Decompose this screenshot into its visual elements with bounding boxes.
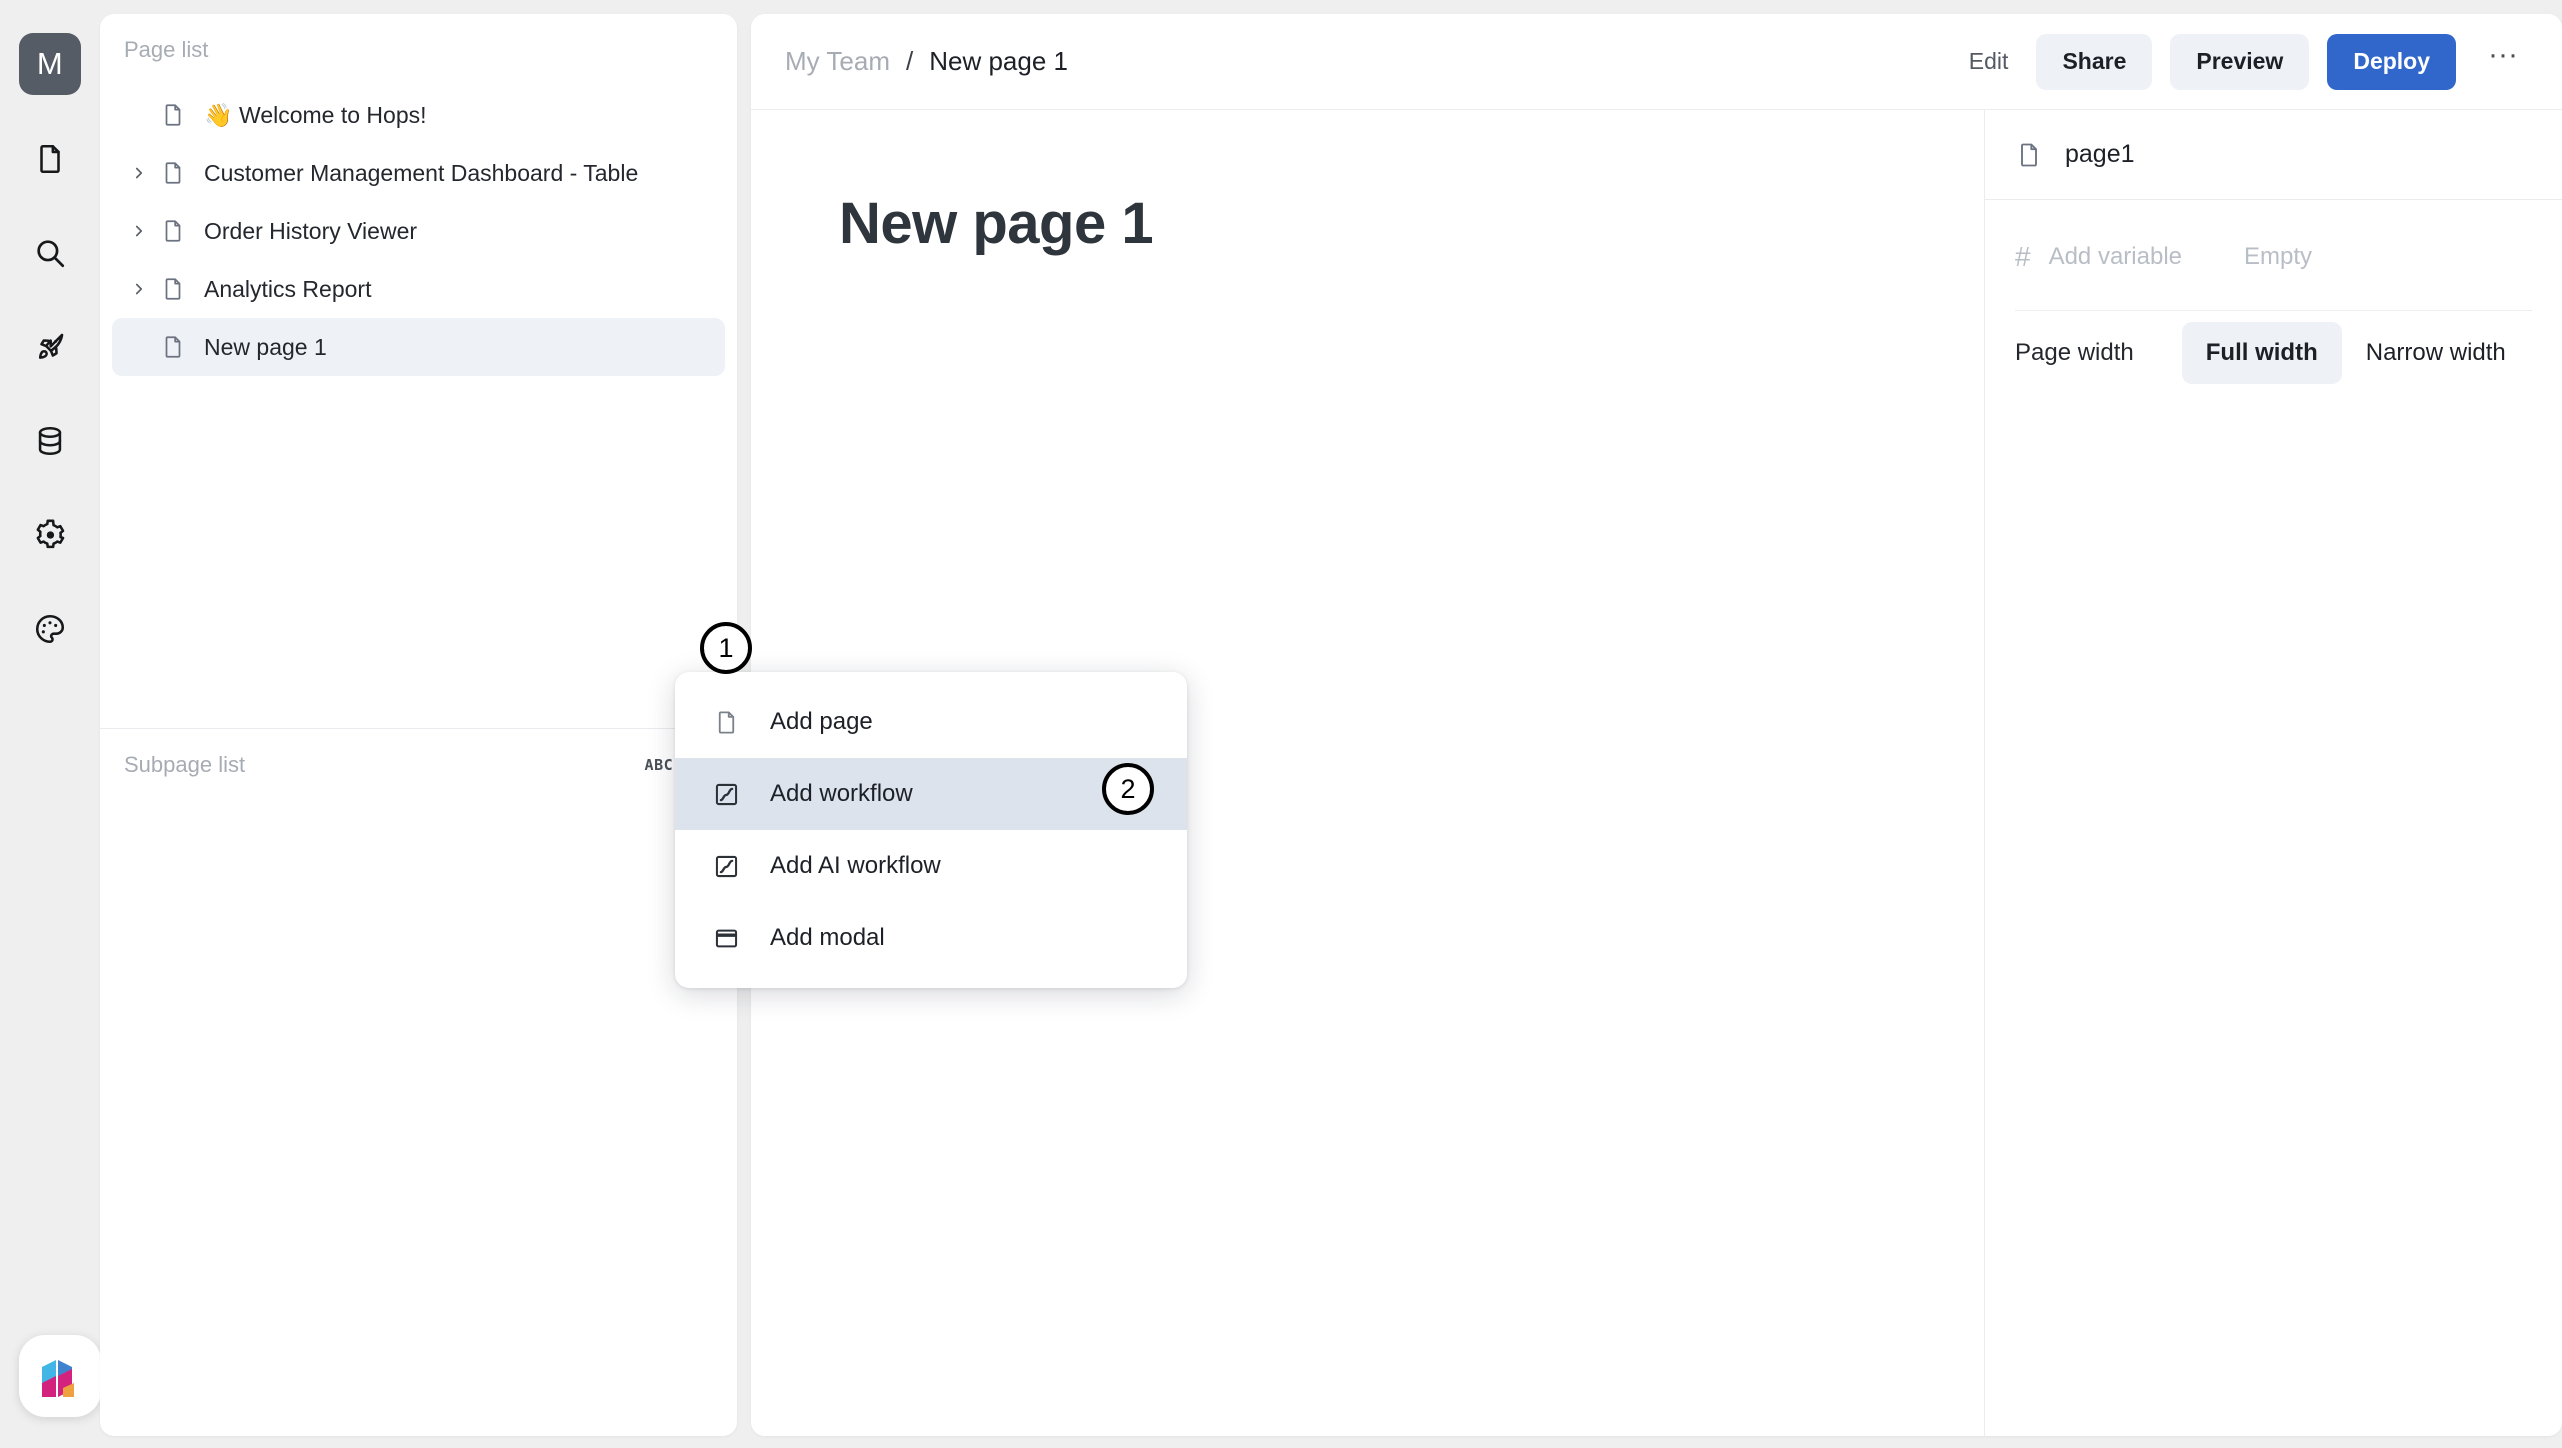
breadcrumb-team[interactable]: My Team (785, 46, 890, 77)
app-logo[interactable] (19, 1335, 101, 1417)
document-icon (710, 709, 742, 736)
variable-empty-label: Empty (2244, 243, 2313, 270)
page-list-item-new-page-1[interactable]: New page 1 (112, 318, 725, 376)
menu-item-add-page[interactable]: Add page (675, 686, 1187, 758)
inspector-header: page1 (1985, 110, 2562, 200)
palette-icon[interactable] (19, 598, 81, 660)
subpage-section: Subpage list ABC + (100, 376, 737, 1436)
workflow-icon (710, 781, 742, 808)
page-width-row: Page width Full width Narrow width (2015, 311, 2532, 395)
page-list-item-order-history[interactable]: Order History Viewer (112, 202, 725, 260)
page-list: 👋 Welcome to Hops! Customer Management D… (100, 86, 737, 376)
document-icon (160, 160, 204, 186)
menu-item-add-modal[interactable]: Add modal (675, 902, 1187, 974)
page-list-item-analytics-report[interactable]: Analytics Report (112, 260, 725, 318)
full-width-option[interactable]: Full width (2181, 322, 2342, 384)
edit-button[interactable]: Edit (1959, 48, 2019, 75)
preview-button[interactable]: Preview (2170, 33, 2310, 90)
annotation-badge-2: 2 (1102, 763, 1154, 815)
menu-item-label: Add AI workflow (770, 852, 941, 879)
page-list-item-label: New page 1 (204, 333, 327, 360)
app-root: M Page list 👋 Welcome to Hops! Customer … (0, 0, 2562, 1448)
workflow-icon (710, 853, 742, 880)
page-title: New page 1 (839, 191, 1154, 256)
share-button[interactable]: Share (2036, 33, 2153, 90)
left-icon-rail: M (0, 0, 101, 1448)
abc-icon[interactable]: ABC (645, 756, 674, 774)
menu-item-label: Add modal (770, 924, 885, 951)
gear-icon[interactable] (19, 504, 81, 566)
breadcrumb: My Team / New page 1 (785, 46, 1959, 77)
document-icon (160, 102, 204, 128)
hash-icon: # (2015, 241, 2031, 272)
page-list-item-customer-management[interactable]: Customer Management Dashboard - Table (112, 144, 725, 202)
breadcrumb-current-page[interactable]: New page 1 (929, 46, 1068, 77)
breadcrumb-separator: / (906, 46, 914, 76)
chevron-right-icon[interactable] (130, 280, 160, 298)
rocket-icon[interactable] (19, 316, 81, 378)
document-icon (160, 276, 204, 302)
inspector-body: # Add variable Empty Page width Full wid… (1985, 200, 2562, 395)
add-subpage-dropdown-menu: Add page Add workflow Add AI workflow Ad… (675, 672, 1187, 988)
chevron-right-icon[interactable] (130, 164, 160, 182)
page-list-item-label: Analytics Report (204, 275, 372, 302)
add-variable-row[interactable]: # Add variable Empty (2015, 226, 2532, 288)
workspace-avatar[interactable]: M (19, 33, 81, 95)
top-toolbar: My Team / New page 1 Edit Share Preview … (751, 14, 2562, 110)
document-icon (160, 218, 204, 244)
page-list-item-label: Order History Viewer (204, 217, 418, 244)
page-list-title: Page list (124, 37, 209, 62)
inspector-page-name: page1 (2065, 140, 2135, 168)
subpage-list-header: Subpage list ABC + (100, 729, 737, 801)
modal-icon (710, 925, 742, 952)
more-options-icon[interactable]: ··· (2474, 39, 2532, 75)
page-list-header: Page list (100, 14, 737, 86)
subpage-list-title: Subpage list (124, 752, 246, 777)
page-list-item-welcome[interactable]: 👋 Welcome to Hops! (112, 86, 725, 144)
narrow-width-option[interactable]: Narrow width (2342, 322, 2530, 384)
search-icon[interactable] (19, 222, 81, 284)
document-icon (2015, 141, 2043, 169)
chevron-right-icon[interactable] (130, 222, 160, 240)
sidebar-panel: Page list 👋 Welcome to Hops! Customer Ma… (100, 14, 737, 1436)
menu-item-label: Add workflow (770, 780, 913, 807)
inspector-panel: page1 # Add variable Empty Page width Fu… (1984, 110, 2562, 1436)
menu-item-add-ai-workflow[interactable]: Add AI workflow (675, 830, 1187, 902)
menu-item-label: Add page (770, 708, 873, 735)
document-icon[interactable] (19, 128, 81, 190)
page-width-label: Page width (2015, 339, 2134, 366)
document-icon (160, 334, 204, 360)
deploy-button[interactable]: Deploy (2327, 33, 2457, 90)
page-list-item-label: 👋 Welcome to Hops! (204, 101, 427, 128)
toolbar-actions: Edit Share Preview Deploy ··· (1959, 33, 2532, 90)
database-icon[interactable] (19, 410, 81, 472)
add-variable-label: Add variable (2048, 243, 2182, 270)
annotation-badge-1: 1 (700, 622, 752, 674)
page-list-item-label: Customer Management Dashboard - Table (204, 159, 639, 186)
